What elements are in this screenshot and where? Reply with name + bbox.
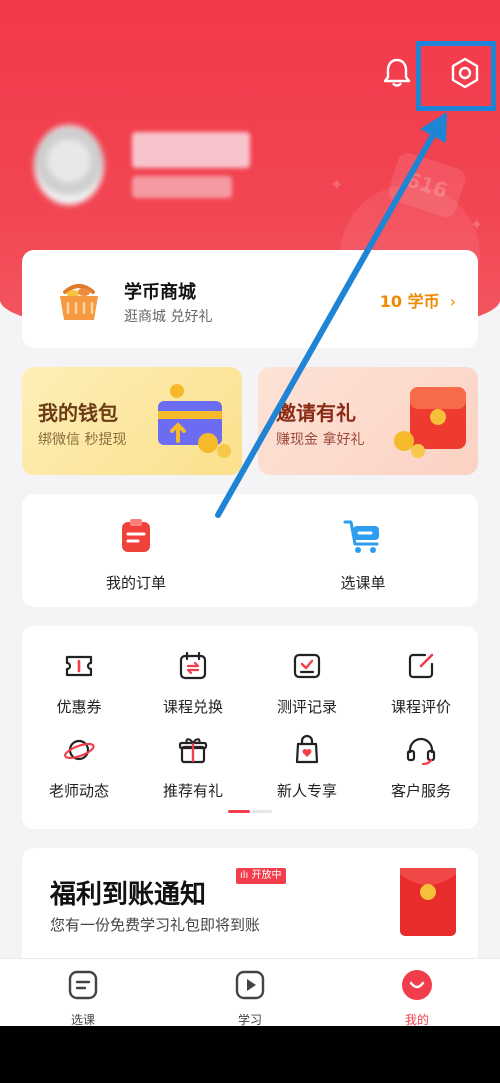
- headset-icon: [406, 737, 436, 766]
- status-badge: ılı 开放中: [236, 868, 286, 884]
- wallet-title: 我的钱包: [38, 401, 118, 425]
- tab-study[interactable]: 学习: [210, 969, 290, 1028]
- bars-icon: ılı: [240, 870, 252, 881]
- cart-icon: [343, 520, 379, 553]
- notice-title: 福利到账通知: [50, 880, 207, 910]
- user-info-redacted: [132, 176, 232, 198]
- sparkle-icon: ✦: [330, 175, 344, 194]
- mall-subtitle: 逛商城 兑好礼: [124, 309, 213, 325]
- grid-label: 测评记录: [276, 698, 337, 716]
- grid-label: 客户服务: [390, 782, 451, 800]
- page-indicator-inactive: [252, 810, 272, 813]
- system-navigation-bar: [0, 1026, 500, 1083]
- red-envelope-icon: [394, 387, 466, 458]
- grid-item-assessment-records[interactable]: 测评记录: [257, 650, 357, 717]
- avatar[interactable]: [34, 125, 104, 205]
- notice-subtitle: 您有一份免费学习礼包即将到账: [50, 916, 261, 934]
- grid-label: 新人专享: [276, 782, 337, 800]
- review-icon: [408, 653, 434, 679]
- grid-item-course-exchange[interactable]: 课程兑换: [143, 650, 243, 717]
- gift-icon: [178, 738, 208, 764]
- course-cart-button[interactable]: 选课单: [303, 516, 423, 593]
- coupon-icon: [65, 655, 93, 677]
- settings-highlight-box: [416, 41, 496, 111]
- page-indicator-active: [228, 810, 250, 813]
- shopping-basket-icon: [60, 284, 98, 320]
- assessment-icon: [293, 653, 321, 679]
- sparkle-icon: ✦: [470, 215, 484, 234]
- orders-card: 我的订单 选课单: [22, 494, 478, 607]
- coin-balance[interactable]: 10 学币 ›: [380, 288, 456, 312]
- my-orders-label: 我的订单: [105, 574, 166, 592]
- order-icon: [122, 519, 150, 552]
- grid-label: 优惠券: [56, 698, 102, 716]
- status-badge-text: 开放中: [251, 870, 282, 881]
- mall-title: 学币商城: [124, 282, 196, 303]
- coin-balance-text: 10 学币: [379, 292, 440, 311]
- username-redacted: [132, 132, 250, 168]
- coin-mall-card[interactable]: 学币商城 逛商城 兑好礼 10 学币 ›: [22, 250, 478, 348]
- tab-mine[interactable]: 我的: [377, 969, 457, 1028]
- grid-label: 推荐有礼: [162, 782, 223, 800]
- play-icon: [235, 970, 265, 1000]
- services-grid: 优惠券 课程兑换 测评记录 课程评价 老师动态 推荐有礼 新人专享 客户服务: [22, 626, 478, 829]
- grid-item-coupon[interactable]: 优惠券: [29, 650, 129, 717]
- course-select-icon: [68, 970, 98, 1000]
- bell-icon[interactable]: [380, 55, 414, 89]
- bottom-tab-bar: 选课 学习 我的: [0, 958, 500, 1028]
- tab-course-select[interactable]: 选课: [43, 969, 123, 1028]
- exchange-icon: [179, 651, 207, 680]
- wallet-card-icon: [158, 384, 231, 458]
- grid-item-customer-service[interactable]: 客户服务: [371, 734, 471, 801]
- newbie-bag-icon: [295, 734, 319, 764]
- invite-subtitle: 赚现金 拿好礼: [276, 432, 365, 448]
- wallet-subtitle: 绑微信 秒提现: [38, 432, 127, 448]
- chevron-right-icon: ›: [449, 292, 456, 311]
- red-envelope-icon: [400, 868, 456, 936]
- planet-icon: [64, 739, 95, 761]
- page-indicator: [228, 810, 272, 813]
- grid-item-course-review[interactable]: 课程评价: [371, 650, 471, 717]
- grid-item-teacher-updates[interactable]: 老师动态: [29, 734, 129, 801]
- invite-card[interactable]: 邀请有礼 赚现金 拿好礼: [258, 367, 478, 475]
- grid-label: 老师动态: [48, 782, 109, 800]
- wallet-card[interactable]: 我的钱包 绑微信 秒提现: [22, 367, 242, 475]
- course-cart-label: 选课单: [340, 574, 386, 592]
- grid-item-newbie-exclusive[interactable]: 新人专享: [257, 734, 357, 801]
- my-orders-button[interactable]: 我的订单: [76, 516, 196, 593]
- invite-title: 邀请有礼: [276, 401, 356, 425]
- profile-icon: [402, 970, 432, 1000]
- welfare-notice-card[interactable]: 福利到账通知 ılı 开放中 您有一份免费学习礼包即将到账: [22, 848, 478, 958]
- grid-label: 课程兑换: [162, 698, 223, 716]
- grid-item-referral-gift[interactable]: 推荐有礼: [143, 734, 243, 801]
- grid-label: 课程评价: [390, 698, 451, 716]
